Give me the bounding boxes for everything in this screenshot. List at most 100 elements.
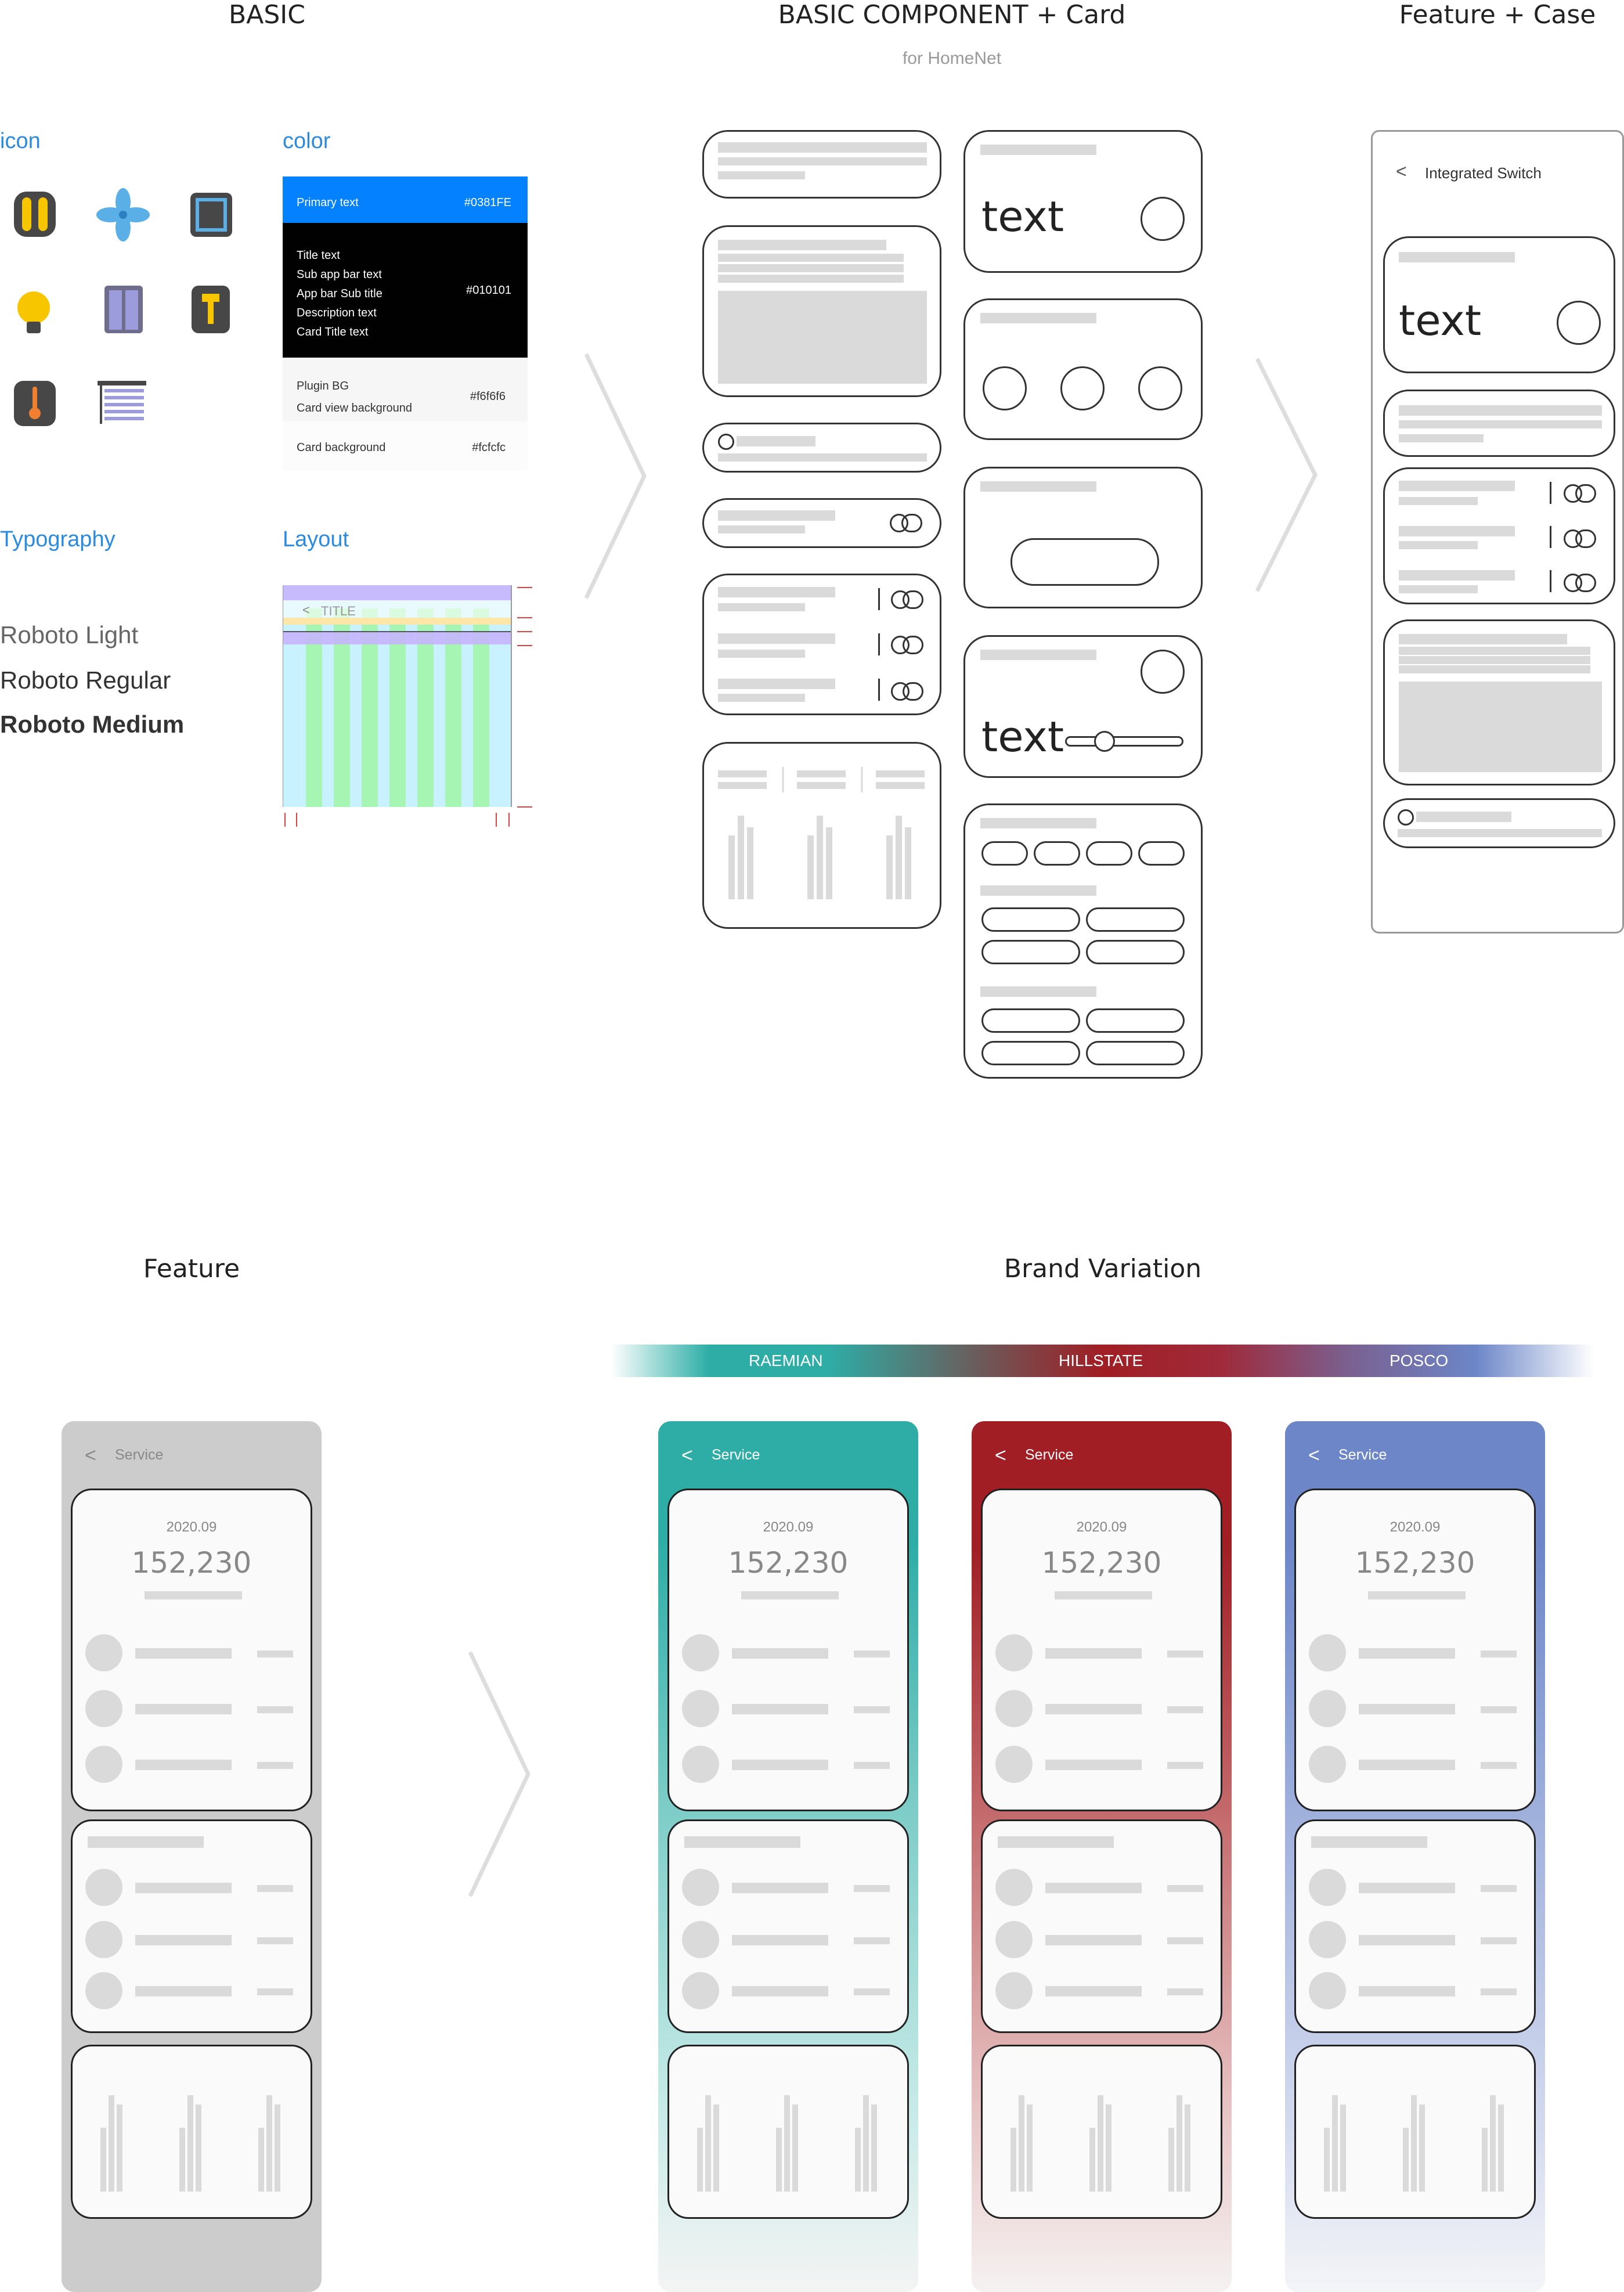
swatch-dark-line: Card Title text [297,326,369,338]
arrow-chevron-3 [468,1651,530,1897]
phone-title: Service [115,1447,164,1463]
list-card [981,1819,1222,2033]
feature-case-text: text [1399,296,1482,345]
section-title-feature-case: Feature + Case [1399,0,1596,30]
swatch-dark-line: Description text [297,307,377,319]
swatch-plugin-hex: #f6f6f6 [470,390,506,403]
card-date: 2020.09 [763,1519,814,1535]
list-card [71,1819,312,2033]
component-round-button[interactable] [1141,197,1185,241]
brand-phone-posco: < Service 2020.09 152,230 [1285,1421,1545,2292]
frame-icon [190,193,232,237]
typography-label: Typography [0,527,116,552]
list-card [667,1819,909,2033]
brand-gradient-bar: RAEMIAN HILLSTATE POSCO [611,1345,1594,1377]
brand-phone-raemian: < Service 2020.09 152,230 [658,1421,918,2292]
back-chevron-icon[interactable]: < [1396,161,1407,182]
bulb-icon [17,291,50,333]
layout-label: Layout [283,527,349,552]
feature-case-phone: < Integrated Switch text [1371,130,1624,934]
swatch-card-hex: #fcfcfc [472,441,506,454]
color-swatches: Primary text #0381FE Title text Sub app … [283,176,528,470]
typo-regular: Roboto Regular [0,666,171,694]
back-chevron-icon[interactable]: < [85,1444,96,1467]
card-date: 2020.09 [166,1519,217,1535]
power-switch-icon [14,192,56,237]
component-circle-button[interactable] [1138,366,1182,410]
lamp-switch-icon [192,286,230,333]
integrated-switch-card[interactable] [1383,467,1615,604]
arrow-chevron-2 [1255,358,1318,592]
chart-card [71,2045,312,2219]
back-chevron-icon[interactable]: < [681,1444,693,1467]
section-title-basic: BASIC [229,0,305,30]
feature-phone: < Service 2020.09 152,230 [62,1421,322,2292]
card-value: 152,230 [1355,1546,1475,1580]
section-title-feature: Feature [143,1254,240,1284]
component-card-text-lines [702,130,941,199]
list-card [1294,1819,1536,2033]
swatch-card: Card background #fcfcfc [283,421,528,470]
brand-label-raemian: RAEMIAN [749,1352,823,1370]
swatch-dark-hex: #010101 [466,284,511,297]
component-card-bar-chart [702,742,941,929]
chart-card [1294,2045,1536,2219]
component-card-slider[interactable]: text [963,635,1203,778]
summary-card: 2020.09 152,230 [667,1489,909,1811]
phone-title: Service [1338,1447,1387,1463]
section-title-brand-variation: Brand Variation [1004,1254,1202,1284]
component-card-toggle-item[interactable] [702,498,941,548]
typo-medium: Roboto Medium [0,711,185,738]
fan-icon [96,188,150,242]
phone-title: Integrated Switch [1425,164,1542,182]
summary-card: 2020.09 152,230 [981,1489,1222,1811]
icon-label: icon [0,129,41,153]
chart-card [667,2045,909,2219]
brand-phone-hillstate: < Service 2020.09 152,230 [972,1421,1232,2292]
color-label: color [283,129,331,153]
component-card-three-circles[interactable] [963,298,1203,440]
card-value: 152,230 [1041,1546,1162,1580]
swatch-plugin: Plugin BG Card view background #f6f6f6 [283,358,528,421]
swatch-card-label: Card background [297,441,386,454]
component-card-image [702,225,941,397]
thermometer-icon [14,381,56,426]
card-date: 2020.09 [1390,1519,1441,1535]
back-chevron-icon[interactable]: < [1308,1444,1320,1467]
component-card-pill-button[interactable] [963,467,1203,608]
typo-light: Roboto Light [0,621,139,648]
component-circle-button[interactable] [983,366,1027,410]
component-slider-text: text [981,712,1064,761]
component-card-multi-toggle[interactable] [702,574,941,715]
brand-label-posco: POSCO [1390,1352,1449,1370]
component-slider[interactable] [1065,731,1183,752]
summary-card: 2020.09 152,230 [1294,1489,1536,1811]
card-value: 152,230 [728,1546,849,1580]
radio-item-card[interactable] [1383,798,1615,848]
swatch-dark: Title text Sub app bar text App bar Sub … [283,223,528,358]
phone-title: Service [712,1447,760,1463]
back-chevron-icon[interactable]: < [995,1444,1006,1467]
phone-title: Service [1025,1447,1074,1463]
swatch-primary-hex: #0381FE [464,196,511,209]
section-subtitle-homenet: for HomeNet [902,49,1002,68]
component-big-text: text [981,192,1064,241]
layout-back-icon: < [302,603,310,617]
summary-card: 2020.09 152,230 [71,1489,312,1811]
elevator-icon [104,286,143,333]
card-value: 152,230 [131,1546,252,1580]
round-button[interactable] [1557,301,1601,345]
component-circle-button[interactable] [1060,366,1105,410]
card-date: 2020.09 [1076,1519,1127,1535]
arrow-chevron-1 [584,353,647,599]
component-card-radio-item[interactable] [702,423,941,473]
layout-title-text: TITLE [321,604,356,618]
swatch-primary-label: Primary text [297,196,359,209]
component-card-text-circle[interactable]: text [963,130,1203,273]
component-pill-button[interactable] [1011,538,1159,586]
component-card-chip-group[interactable] [963,803,1203,1079]
section-title-basic-component: BASIC COMPONENT + Card [778,0,1126,30]
swatch-dark-line: Title text [297,249,340,262]
blind-icon [98,381,146,424]
brand-label-hillstate: HILLSTATE [1059,1352,1143,1370]
